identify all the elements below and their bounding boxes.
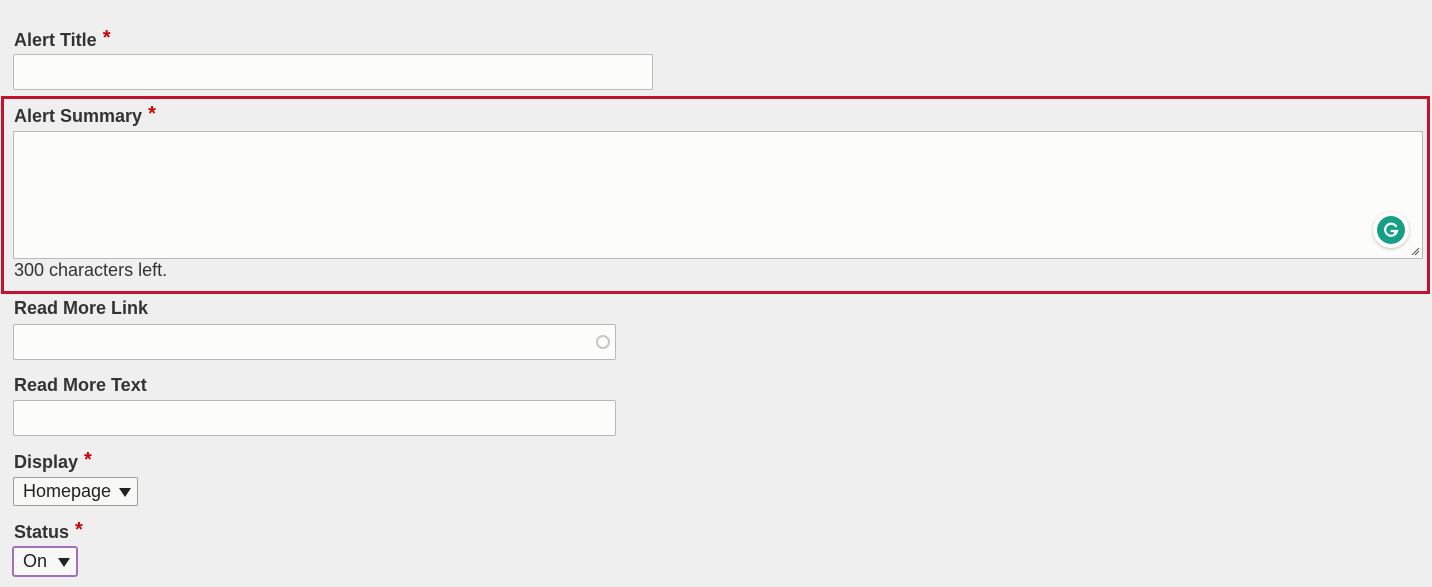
alert-summary-label-text: Alert Summary bbox=[14, 106, 143, 126]
resize-handle-icon[interactable] bbox=[1410, 246, 1420, 256]
status-label: Status * bbox=[14, 519, 83, 544]
character-counter: 300 characters left. bbox=[14, 260, 168, 280]
display-selected-value: Homepage bbox=[23, 481, 112, 501]
required-asterisk: * bbox=[148, 103, 156, 125]
chevron-down-icon bbox=[119, 488, 131, 497]
required-asterisk: * bbox=[102, 27, 111, 49]
alert-summary-textarea[interactable] bbox=[13, 131, 1423, 259]
display-label-text: Display bbox=[14, 452, 79, 472]
status-selected-value: On bbox=[23, 551, 48, 571]
alert-title-label: Alert Title * bbox=[14, 27, 111, 52]
read-more-link-label: Read More Link bbox=[14, 298, 148, 319]
status-label-text: Status bbox=[14, 522, 70, 542]
grammarly-icon[interactable] bbox=[1373, 212, 1409, 248]
alert-title-label-text: Alert Title bbox=[14, 30, 97, 50]
link-status-icon bbox=[596, 335, 610, 349]
read-more-link-input[interactable] bbox=[13, 324, 616, 360]
alert-title-input[interactable] bbox=[13, 54, 653, 90]
alert-summary-label: Alert Summary * bbox=[14, 103, 156, 128]
required-asterisk: * bbox=[84, 449, 92, 471]
read-more-text-input[interactable] bbox=[13, 400, 616, 436]
read-more-text-label: Read More Text bbox=[14, 375, 147, 396]
read-more-text-label-text: Read More Text bbox=[14, 375, 147, 395]
chevron-down-icon bbox=[58, 558, 70, 567]
read-more-link-label-text: Read More Link bbox=[14, 298, 149, 318]
status-select[interactable]: On bbox=[12, 546, 78, 577]
display-select[interactable]: Homepage bbox=[13, 477, 138, 506]
required-asterisk: * bbox=[75, 519, 83, 541]
grammarly-g-glyph bbox=[1384, 222, 1399, 237]
display-label: Display * bbox=[14, 449, 92, 474]
